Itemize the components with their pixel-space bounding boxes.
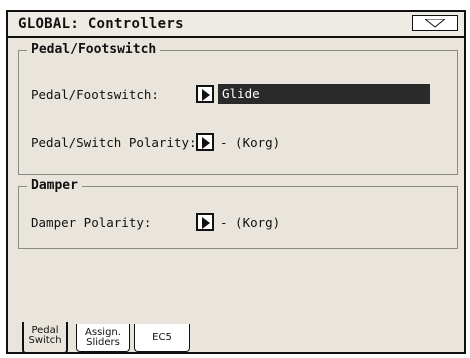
pedal-footswitch-group: Pedal/Footswitch Pedal/Footswitch: Glide… — [18, 42, 458, 175]
pedal-switch-polarity-row: Pedal/Switch Polarity: - (Korg) — [31, 133, 451, 153]
damper-group: Damper Damper Polarity: - (Korg) — [18, 178, 458, 249]
triangle-right-icon — [202, 217, 210, 229]
page-title: GLOBAL: Controllers — [18, 16, 184, 32]
pedal-footswitch-value[interactable]: Glide — [218, 84, 430, 104]
tab-assign-sliders[interactable]: Assign. Sliders — [76, 324, 130, 352]
pedal-footswitch-arrow-button[interactable] — [196, 85, 214, 103]
damper-polarity-row: Damper Polarity: - (Korg) — [31, 213, 451, 233]
title-bar: GLOBAL: Controllers — [8, 12, 464, 38]
damper-polarity-label: Damper Polarity: — [31, 215, 152, 230]
pedal-footswitch-label: Pedal/Footswitch: — [31, 87, 159, 102]
pedal-switch-polarity-arrow-button[interactable] — [196, 133, 214, 151]
triangle-right-icon — [202, 89, 210, 101]
pedal-footswitch-row: Pedal/Footswitch: Glide — [31, 84, 451, 105]
page-menu-button[interactable] — [412, 15, 458, 31]
pedal-switch-polarity-label: Pedal/Switch Polarity: — [31, 135, 197, 150]
controllers-screen: GLOBAL: Controllers Pedal/Footswitch Ped… — [6, 10, 466, 354]
pedal-switch-polarity-value[interactable]: - (Korg) — [220, 135, 280, 150]
damper-polarity-value[interactable]: - (Korg) — [220, 215, 280, 230]
triangle-down-icon — [425, 19, 445, 28]
tab-pedal-switch-line2: Switch — [28, 335, 62, 346]
group-title-pedal: Pedal/Footswitch — [27, 42, 161, 57]
damper-polarity-arrow-button[interactable] — [196, 213, 214, 231]
tab-ec5[interactable]: EC5 — [134, 324, 190, 352]
tab-bar: Pedal Switch Assign. Sliders EC5 — [16, 322, 456, 354]
group-title-damper: Damper — [27, 178, 82, 193]
tab-assign-sliders-line2: Sliders — [86, 337, 120, 348]
tab-pedal-switch[interactable]: Pedal Switch — [22, 322, 68, 354]
triangle-right-icon — [202, 137, 210, 149]
tab-ec5-line1: EC5 — [152, 332, 172, 343]
